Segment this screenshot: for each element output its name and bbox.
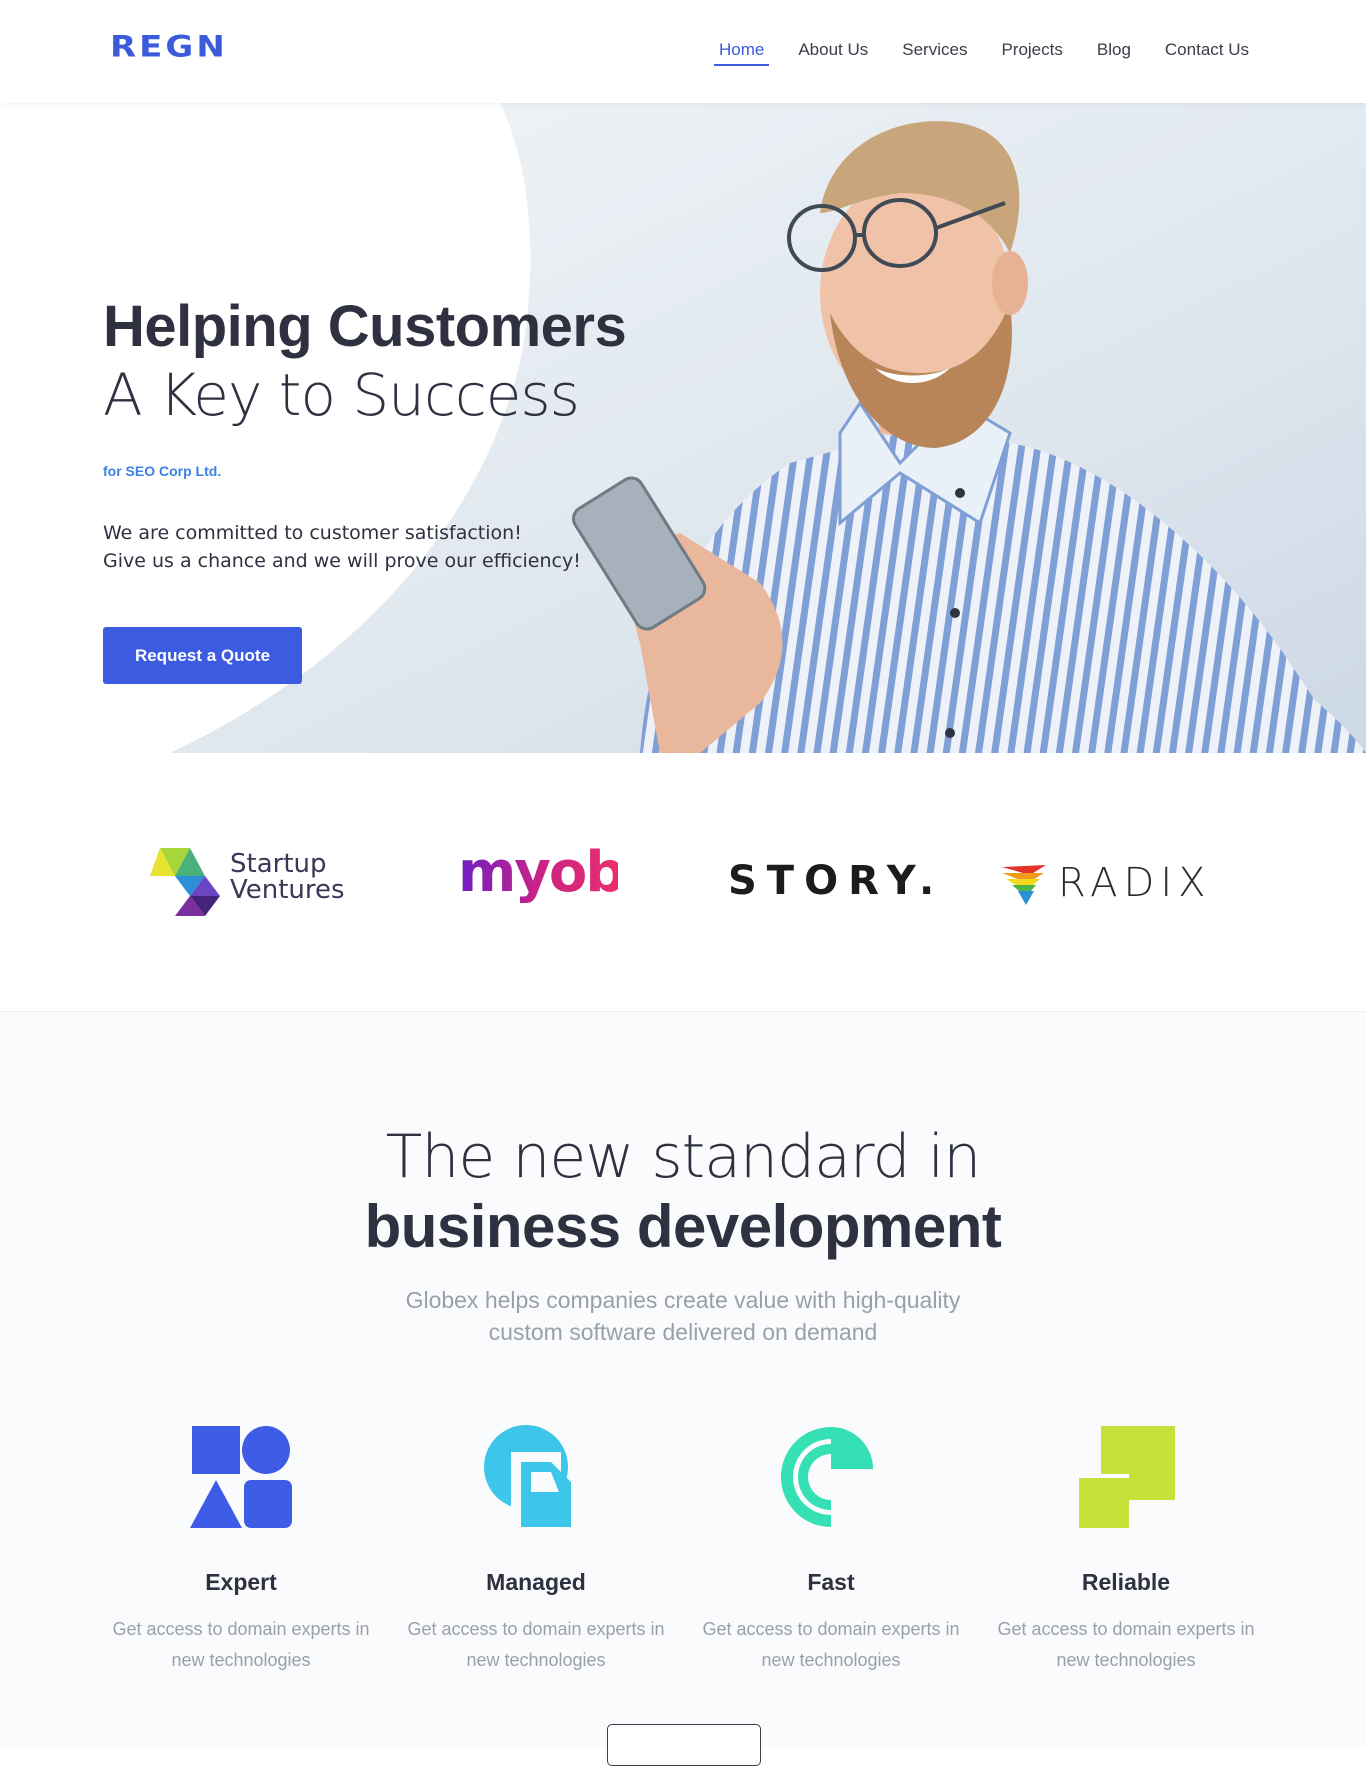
site-header: REGN Home About Us Services Projects Blo…	[0, 0, 1366, 103]
feature-managed-title: Managed	[486, 1569, 586, 1595]
main-nav: Home About Us Services Projects Blog Con…	[690, 38, 1254, 66]
feature-reliable-title: Reliable	[1081, 1569, 1171, 1595]
story-wordmark: STORY.	[728, 858, 945, 904]
radix-mark-icon	[1002, 865, 1046, 905]
feature-expert-text: Get access to domain experts in new tech…	[112, 1619, 370, 1670]
feature-expert: Expert Get access to domain experts in n…	[106, 1422, 376, 1676]
shapes-icon	[190, 1426, 292, 1528]
nav-projects[interactable]: Projects	[996, 38, 1067, 66]
nav-about-us[interactable]: About Us	[793, 38, 873, 66]
feature-fast-text: Get access to domain experts in new tech…	[702, 1619, 960, 1670]
radix-logo[interactable]: RADIX	[1000, 846, 1230, 926]
brand-logo[interactable]: REGN	[110, 30, 228, 64]
myob-logo[interactable]: myob	[458, 842, 625, 926]
nav-blog[interactable]: Blog	[1092, 38, 1136, 66]
hero-title-light: A Key to Success	[103, 361, 580, 429]
nav-services[interactable]: Services	[897, 38, 972, 66]
hero-text-line-1: We are committed to customer satisfactio…	[103, 522, 522, 544]
feature-managed-text: Get access to domain experts in new tech…	[407, 1619, 665, 1670]
feature-managed: Managed Get access to domain experts in …	[401, 1422, 671, 1676]
hero-section: Helping Customers A Key to Success for S…	[0, 103, 1366, 753]
nav-contact-us[interactable]: Contact Us	[1160, 38, 1254, 66]
startup-ventures-line1: Startup	[230, 849, 327, 879]
fast-icon	[780, 1427, 873, 1527]
feature-reliable: Reliable Get access to domain experts in…	[991, 1422, 1261, 1676]
myob-wordmark: myob	[458, 840, 625, 905]
hero-title-bold: Helping Customers	[103, 294, 627, 359]
startup-ventures-logo[interactable]: Startup Ventures	[150, 846, 360, 926]
features-section: The new standard in business development…	[0, 1012, 1366, 1746]
radix-wordmark: RADIX	[1058, 860, 1212, 906]
hero-text-line-2: Give us a chance and we will prove our e…	[103, 550, 581, 572]
features-description: Globex helps companies create value with…	[0, 1284, 1366, 1348]
features-title-bold: business development	[364, 1193, 1002, 1260]
partner-logos: Startup Ventures myob STORY. RADIX	[0, 753, 1366, 1012]
features-description-line-1: Globex helps companies create value with…	[405, 1287, 961, 1313]
feature-fast-title: Fast	[807, 1569, 855, 1595]
feature-fast: Fast Get access to domain experts in new…	[696, 1422, 966, 1676]
hero-subtitle: for SEO Corp Ltd.	[103, 463, 222, 479]
features-title-light: The new standard in	[385, 1122, 982, 1192]
reliable-icon	[1075, 1426, 1175, 1528]
hero-text: We are committed to customer satisfactio…	[103, 519, 581, 575]
features-description-line-2: custom software delivered on demand	[488, 1319, 878, 1345]
more-button[interactable]	[607, 1724, 761, 1766]
request-quote-button[interactable]: Request a Quote	[103, 627, 302, 684]
nav-home[interactable]: Home	[713, 38, 770, 66]
startup-ventures-mark-icon	[150, 848, 220, 916]
managed-icon	[484, 1425, 571, 1527]
story-logo[interactable]: STORY.	[728, 846, 938, 926]
feature-reliable-text: Get access to domain experts in new tech…	[997, 1619, 1255, 1670]
feature-expert-title: Expert	[205, 1569, 277, 1595]
startup-ventures-line2: Ventures	[230, 875, 345, 905]
